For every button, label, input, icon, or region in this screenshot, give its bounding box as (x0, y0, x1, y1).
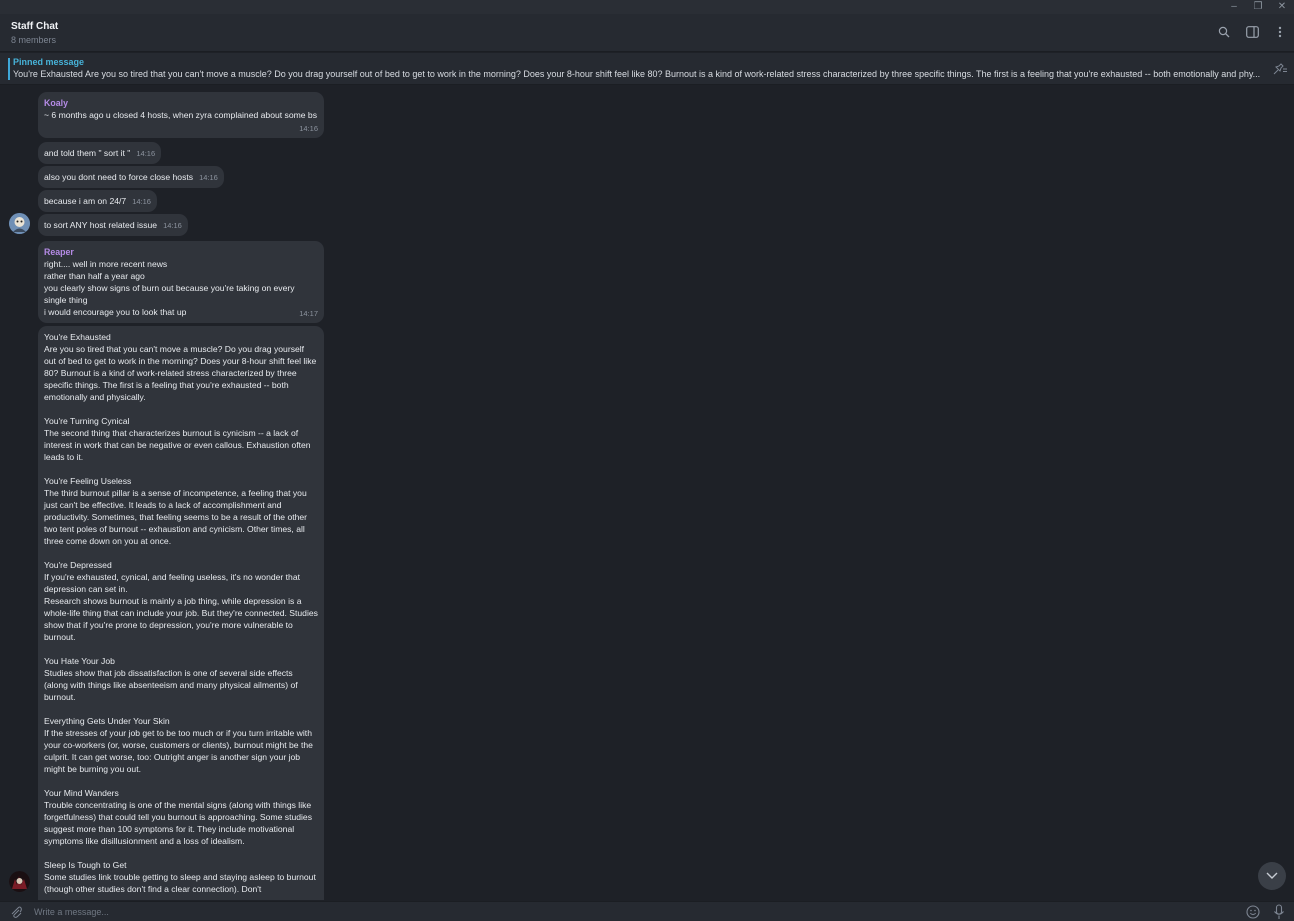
message-bubble[interactable]: because i am on 24/7 14:16 (38, 190, 157, 212)
minimize-button[interactable]: – (1228, 0, 1240, 14)
message-bubble[interactable]: to sort ANY host related issue 14:16 (38, 214, 188, 236)
pinned-text: You're Exhausted Are you so tired that y… (13, 69, 1261, 79)
message-time: 14:17 (299, 309, 318, 318)
message-text: also you dont need to force close hosts (44, 172, 194, 182)
message-line: right.... well in more recent news (44, 259, 168, 269)
message-bubble[interactable]: and told them " sort it " 14:16 (38, 142, 162, 164)
member-count: 8 members (11, 35, 57, 45)
message-time: 14:16 (136, 149, 156, 158)
message-line: you clearly show signs of burn out becau… (44, 283, 297, 305)
message-bubble[interactable]: Koaly ~ 6 months ago u closed 4 hosts, w… (38, 92, 324, 138)
section-body: Are you so tired that you can't move a m… (44, 344, 317, 402)
message-text: to sort ANY host related issue (44, 220, 158, 230)
pinned-message-bar[interactable]: Pinned message You're Exhausted Are you … (0, 53, 1294, 85)
message-time: 14:16 (132, 197, 151, 206)
pinned-indicator (8, 58, 10, 80)
section-body: The second thing that characterizes burn… (44, 428, 311, 462)
unpin-icon[interactable] (1272, 62, 1288, 80)
window-controls: – ❐ ✕ (1228, 0, 1288, 14)
message-list[interactable]: Koaly ~ 6 months ago u closed 4 hosts, w… (0, 86, 1294, 900)
sender-name[interactable]: Koaly (44, 97, 318, 109)
message-composer (0, 901, 1294, 921)
section-title: You're Exhausted (44, 332, 111, 342)
chat-title: Staff Chat (11, 21, 59, 32)
section-title: You're Feeling Useless (44, 476, 132, 486)
section-title: You Hate Your Job (44, 656, 115, 666)
section-body: The third burnout pillar is a sense of i… (44, 488, 308, 546)
section-body: Trouble concentrating is one of the ment… (44, 800, 312, 846)
emoji-icon[interactable] (1246, 905, 1260, 921)
close-button[interactable]: ✕ (1276, 0, 1288, 14)
message-text: ~ 6 months ago u closed 4 hosts, when zy… (44, 110, 318, 120)
section-title: You're Turning Cynical (44, 416, 130, 426)
more-vertical-icon[interactable] (1272, 24, 1288, 40)
message-bubble[interactable]: Reaper right.... well in more recent new… (38, 241, 324, 323)
message-text: and told them " sort it " (44, 148, 131, 158)
message-time: 14:16 (199, 173, 218, 182)
section-title: Your Mind Wanders (44, 788, 119, 798)
scroll-to-bottom-button[interactable] (1258, 862, 1286, 890)
avatar[interactable] (9, 871, 30, 892)
section-body: Some studies link trouble getting to sle… (44, 872, 316, 894)
section-title: Everything Gets Under Your Skin (44, 716, 170, 726)
message-line: rather than half a year ago (44, 271, 145, 281)
window-titlebar: – ❐ ✕ (0, 0, 1294, 14)
section-title: Sleep Is Tough to Get (44, 860, 127, 870)
search-icon[interactable] (1216, 24, 1232, 40)
chevron-down-icon (1266, 872, 1278, 879)
message-input[interactable] (34, 905, 1214, 919)
section-title: You're Depressed (44, 560, 112, 570)
message-text: because i am on 24/7 (44, 196, 127, 206)
microphone-icon[interactable] (1273, 904, 1285, 921)
paperclip-icon[interactable] (10, 905, 22, 921)
chat-header[interactable]: Staff Chat 8 members (0, 14, 1294, 52)
section-body: If the stresses of your job get to be to… (44, 728, 313, 774)
sender-name[interactable]: Reaper (44, 246, 318, 258)
sidebar-toggle-icon[interactable] (1244, 24, 1260, 40)
header-actions (1216, 24, 1288, 40)
message-time: 14:16 (163, 221, 182, 230)
message-bubble[interactable]: You're Exhausted Are you so tired that y… (38, 326, 324, 900)
message-line: i would encourage you to look that up (44, 307, 187, 317)
section-body: If you're exhausted, cynical, and feelin… (44, 572, 300, 594)
message-time: 14:16 (299, 124, 318, 133)
avatar[interactable] (9, 213, 30, 234)
restore-button[interactable]: ❐ (1252, 0, 1264, 14)
section-body: Research shows burnout is mainly a job t… (44, 596, 318, 642)
section-body: Studies show that job dissatisfaction is… (44, 668, 298, 702)
pinned-label: Pinned message (13, 57, 85, 67)
message-bubble[interactable]: also you dont need to force close hosts 1… (38, 166, 224, 188)
